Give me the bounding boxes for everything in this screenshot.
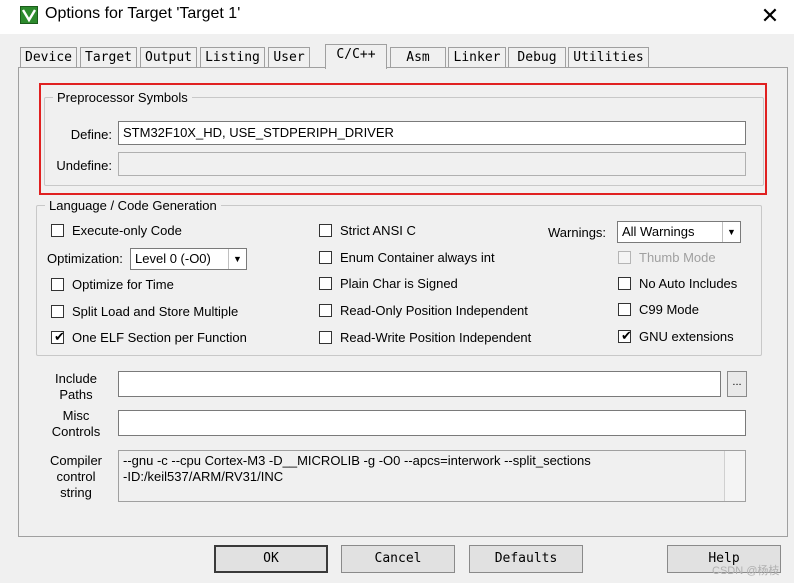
defaults-button[interactable]: Defaults (469, 545, 583, 573)
tab-device[interactable]: Device (20, 47, 77, 68)
tab-linker[interactable]: Linker (448, 47, 506, 68)
execute-only-label: Execute-only Code (72, 223, 182, 238)
define-label: Define: (70, 127, 112, 142)
optimization-select[interactable]: Level 0 (-O0) ▼ (130, 248, 247, 270)
optimization-label: Optimization: (47, 251, 123, 266)
compiler-string-line-2: -ID:/keil537/ARM/RV31/INC (123, 469, 284, 484)
tab-c-cpp[interactable]: C/C++ (325, 44, 387, 69)
chevron-down-icon: ▼ (722, 222, 740, 242)
read-only-position-independent-checkbox[interactable] (319, 304, 332, 317)
include-paths-field[interactable] (118, 371, 721, 397)
include-paths-label: Include Paths (55, 371, 97, 402)
tab-utilities[interactable]: Utilities (568, 47, 649, 68)
execute-only-checkbox[interactable] (51, 224, 64, 237)
undefine-field[interactable] (118, 152, 746, 176)
undefine-label: Undefine: (56, 158, 112, 173)
tab-output[interactable]: Output (140, 47, 197, 68)
define-field[interactable]: STM32F10X_HD, USE_STDPERIPH_DRIVER (118, 121, 746, 145)
tab-user[interactable]: User (268, 47, 310, 68)
window-title: Options for Target 'Target 1' (45, 5, 241, 22)
checkmark-icon: ✔ (54, 329, 65, 344)
close-icon[interactable]: ✕ (756, 2, 784, 30)
preprocessor-symbols-legend: Preprocessor Symbols (57, 90, 188, 105)
gnu-extensions-label: GNU extensions (639, 329, 734, 344)
warnings-label: Warnings: (548, 225, 607, 240)
read-write-position-independent-label: Read-Write Position Independent (340, 330, 532, 345)
browse-include-paths-button[interactable]: ... (727, 371, 747, 397)
warnings-value: All Warnings (622, 224, 695, 239)
optimization-value: Level 0 (-O0) (135, 251, 211, 266)
warnings-select[interactable]: All Warnings ▼ (617, 221, 741, 243)
read-only-position-independent-label: Read-Only Position Independent (340, 303, 528, 318)
cancel-button[interactable]: Cancel (341, 545, 455, 573)
c99-mode-label: C99 Mode (639, 302, 699, 317)
misc-controls-label: Misc Controls (51, 408, 101, 439)
one-elf-section-label: One ELF Section per Function (72, 330, 247, 345)
strict-ansi-c-checkbox[interactable] (319, 224, 332, 237)
enum-container-label: Enum Container always int (340, 250, 495, 265)
compiler-string-scrollbar[interactable] (724, 451, 745, 501)
c99-mode-checkbox[interactable] (618, 303, 631, 316)
tab-debug[interactable]: Debug (508, 47, 566, 68)
tab-listing[interactable]: Listing (200, 47, 265, 68)
plain-char-signed-label: Plain Char is Signed (340, 276, 458, 291)
compiler-string-line-1: --gnu -c --cpu Cortex-M3 -D__MICROLIB -g… (123, 453, 591, 468)
enum-container-checkbox[interactable] (319, 251, 332, 264)
tab-target[interactable]: Target (80, 47, 137, 68)
compiler-control-string-field[interactable]: --gnu -c --cpu Cortex-M3 -D__MICROLIB -g… (118, 450, 746, 502)
title-bar: Options for Target 'Target 1' ✕ (0, 0, 794, 34)
watermark: CSDN @杨枝 (712, 565, 780, 577)
optimize-for-time-checkbox[interactable] (51, 278, 64, 291)
checkmark-icon: ✔ (621, 328, 632, 343)
keil-uvision-icon (20, 6, 38, 24)
optimize-for-time-label: Optimize for Time (72, 277, 174, 292)
strict-ansi-c-label: Strict ANSI C (340, 223, 416, 238)
compiler-control-string-label: Compiler control string (49, 453, 102, 500)
no-auto-includes-label: No Auto Includes (639, 276, 738, 291)
thumb-mode-label: Thumb Mode (639, 250, 716, 265)
split-load-store-checkbox[interactable] (51, 305, 64, 318)
split-load-store-label: Split Load and Store Multiple (72, 304, 239, 319)
read-write-position-independent-checkbox[interactable] (319, 331, 332, 344)
ok-button[interactable]: OK (214, 545, 328, 573)
chevron-down-icon: ▼ (228, 249, 246, 269)
thumb-mode-checkbox[interactable] (618, 251, 631, 264)
no-auto-includes-checkbox[interactable] (618, 277, 631, 290)
misc-controls-field[interactable] (118, 410, 746, 436)
tab-asm[interactable]: Asm (390, 47, 446, 68)
one-elf-section-checkbox[interactable]: ✔ (51, 329, 65, 344)
gnu-extensions-checkbox[interactable]: ✔ (618, 328, 632, 343)
language-code-generation-legend: Language / Code Generation (49, 198, 217, 213)
plain-char-signed-checkbox[interactable] (319, 277, 332, 290)
